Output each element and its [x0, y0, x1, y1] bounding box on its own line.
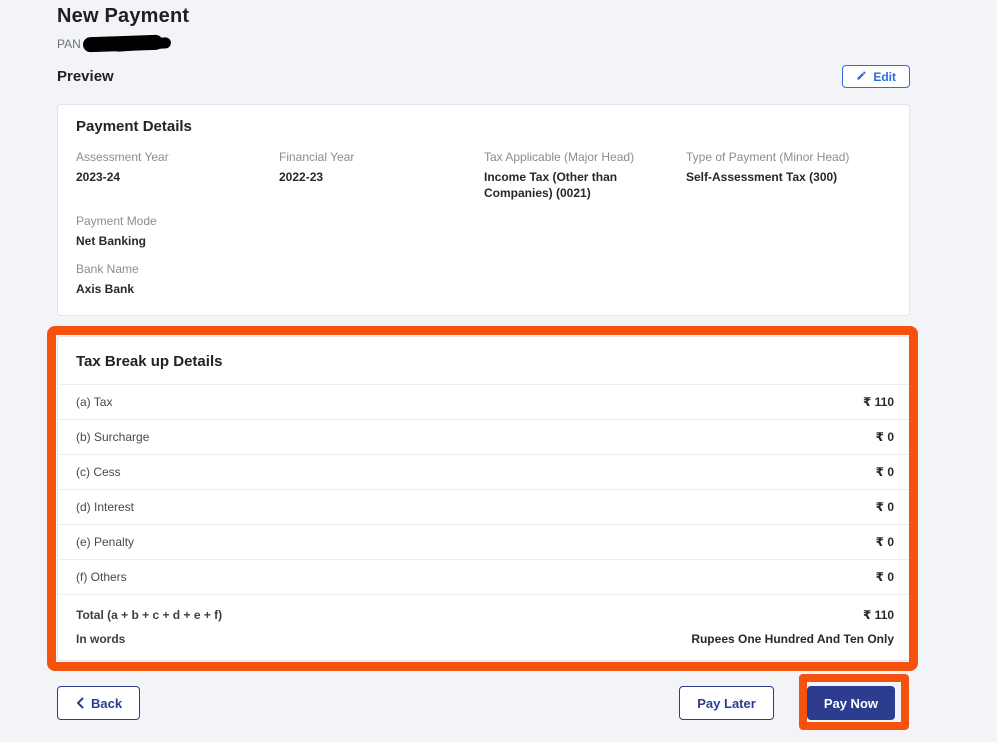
field-label: Assessment Year	[76, 150, 169, 164]
tax-row-penalty: (e) Penalty ₹ 0	[58, 525, 909, 560]
pan-row: PAN	[57, 34, 910, 53]
tax-row-label: (e) Penalty	[76, 535, 135, 549]
tax-row-label: (c) Cess	[76, 465, 121, 479]
pan-label: PAN	[57, 37, 81, 51]
tax-row-surcharge: (b) Surcharge ₹ 0	[58, 420, 909, 455]
pay-later-label: Pay Later	[697, 695, 756, 711]
field-value: Self-Assessment Tax (300)	[686, 170, 838, 184]
tax-breakup-card: Tax Break up Details (a) Tax ₹ 110 (b) S…	[57, 336, 910, 661]
tax-row-others: (f) Others ₹ 0	[58, 560, 909, 595]
tax-row-amount: ₹ 110	[862, 395, 894, 409]
field-financial-year: Financial Year 2022-23	[279, 150, 484, 201]
field-assessment-year: Assessment Year 2023-24	[76, 150, 279, 201]
pay-now-button[interactable]: Pay Now	[806, 686, 895, 720]
field-bank-name: Bank Name Axis Bank	[76, 262, 279, 297]
field-payment-mode: Payment Mode Net Banking	[76, 214, 279, 249]
tax-row-amount: ₹ 0	[875, 570, 894, 584]
payment-details-heading: Payment Details	[76, 118, 192, 135]
footer-right-group: Pay Later Pay Now	[679, 674, 909, 730]
pay-later-button[interactable]: Pay Later	[679, 686, 774, 720]
tax-row-amount: ₹ 0	[875, 500, 894, 514]
field-label: Financial Year	[279, 150, 355, 164]
preview-title: Preview	[57, 68, 114, 85]
tax-total-label: Total (a + b + c + d + e + f)	[76, 608, 223, 622]
tax-breakup-heading: Tax Break up Details	[76, 353, 223, 370]
edit-button-label: Edit	[873, 69, 896, 84]
pan-redaction	[82, 34, 173, 53]
pay-now-wrapper: Pay Now	[798, 674, 909, 730]
tax-row-tax: (a) Tax ₹ 110	[58, 385, 909, 420]
back-button-label: Back	[91, 695, 123, 711]
payment-details-grid: Assessment Year 2023-24 Financial Year 2…	[76, 150, 889, 297]
chevron-left-icon	[75, 697, 84, 709]
field-tax-applicable: Tax Applicable (Major Head) Income Tax (…	[484, 150, 686, 201]
back-button[interactable]: Back	[57, 686, 141, 720]
tax-row-label: (b) Surcharge	[76, 430, 150, 444]
field-value: 2023-24	[76, 170, 121, 184]
main-content: New Payment PAN Preview Edit Payment Det…	[47, 0, 918, 730]
in-words-value: Rupees One Hundred And Ten Only	[691, 632, 894, 646]
field-value: Axis Bank	[76, 282, 135, 296]
in-words-label: In words	[76, 632, 126, 646]
tax-row-interest: (d) Interest ₹ 0	[58, 490, 909, 525]
tax-breakup-section: Tax Break up Details (a) Tax ₹ 110 (b) S…	[47, 326, 918, 671]
tax-in-words-row: In words Rupees One Hundred And Ten Only	[58, 622, 909, 660]
field-label: Payment Mode	[76, 214, 157, 228]
page-title: New Payment	[57, 5, 190, 27]
edit-button[interactable]: Edit	[842, 65, 910, 88]
tax-row-label: (f) Others	[76, 570, 127, 584]
tax-row-amount: ₹ 0	[875, 430, 894, 444]
tax-total-row: Total (a + b + c + d + e + f) ₹ 110	[58, 595, 909, 622]
tax-row-cess: (c) Cess ₹ 0	[58, 455, 909, 490]
field-value: Income Tax (Other than Companies) (0021)	[484, 170, 618, 200]
field-label: Type of Payment (Minor Head)	[686, 150, 850, 164]
preview-header: Preview Edit	[57, 65, 910, 88]
field-value: 2022-23	[279, 170, 324, 184]
tax-row-label: (d) Interest	[76, 500, 135, 514]
pencil-icon	[856, 70, 867, 84]
payment-details-card: Payment Details Assessment Year 2023-24 …	[57, 104, 910, 316]
tax-row-label: (a) Tax	[76, 395, 113, 409]
pay-now-label: Pay Now	[823, 695, 878, 711]
field-type-of-payment: Type of Payment (Minor Head) Self-Assess…	[686, 150, 889, 201]
tax-row-amount: ₹ 0	[875, 535, 894, 549]
field-label: Tax Applicable (Major Head)	[484, 150, 635, 164]
tax-total-amount: ₹ 110	[862, 608, 894, 622]
field-label: Bank Name	[76, 262, 139, 276]
field-value: Net Banking	[76, 234, 147, 248]
footer-actions: Back Pay Later Pay Now	[57, 674, 910, 730]
tax-breakup-heading-block: Tax Break up Details	[58, 337, 909, 385]
tax-row-amount: ₹ 0	[875, 465, 894, 479]
